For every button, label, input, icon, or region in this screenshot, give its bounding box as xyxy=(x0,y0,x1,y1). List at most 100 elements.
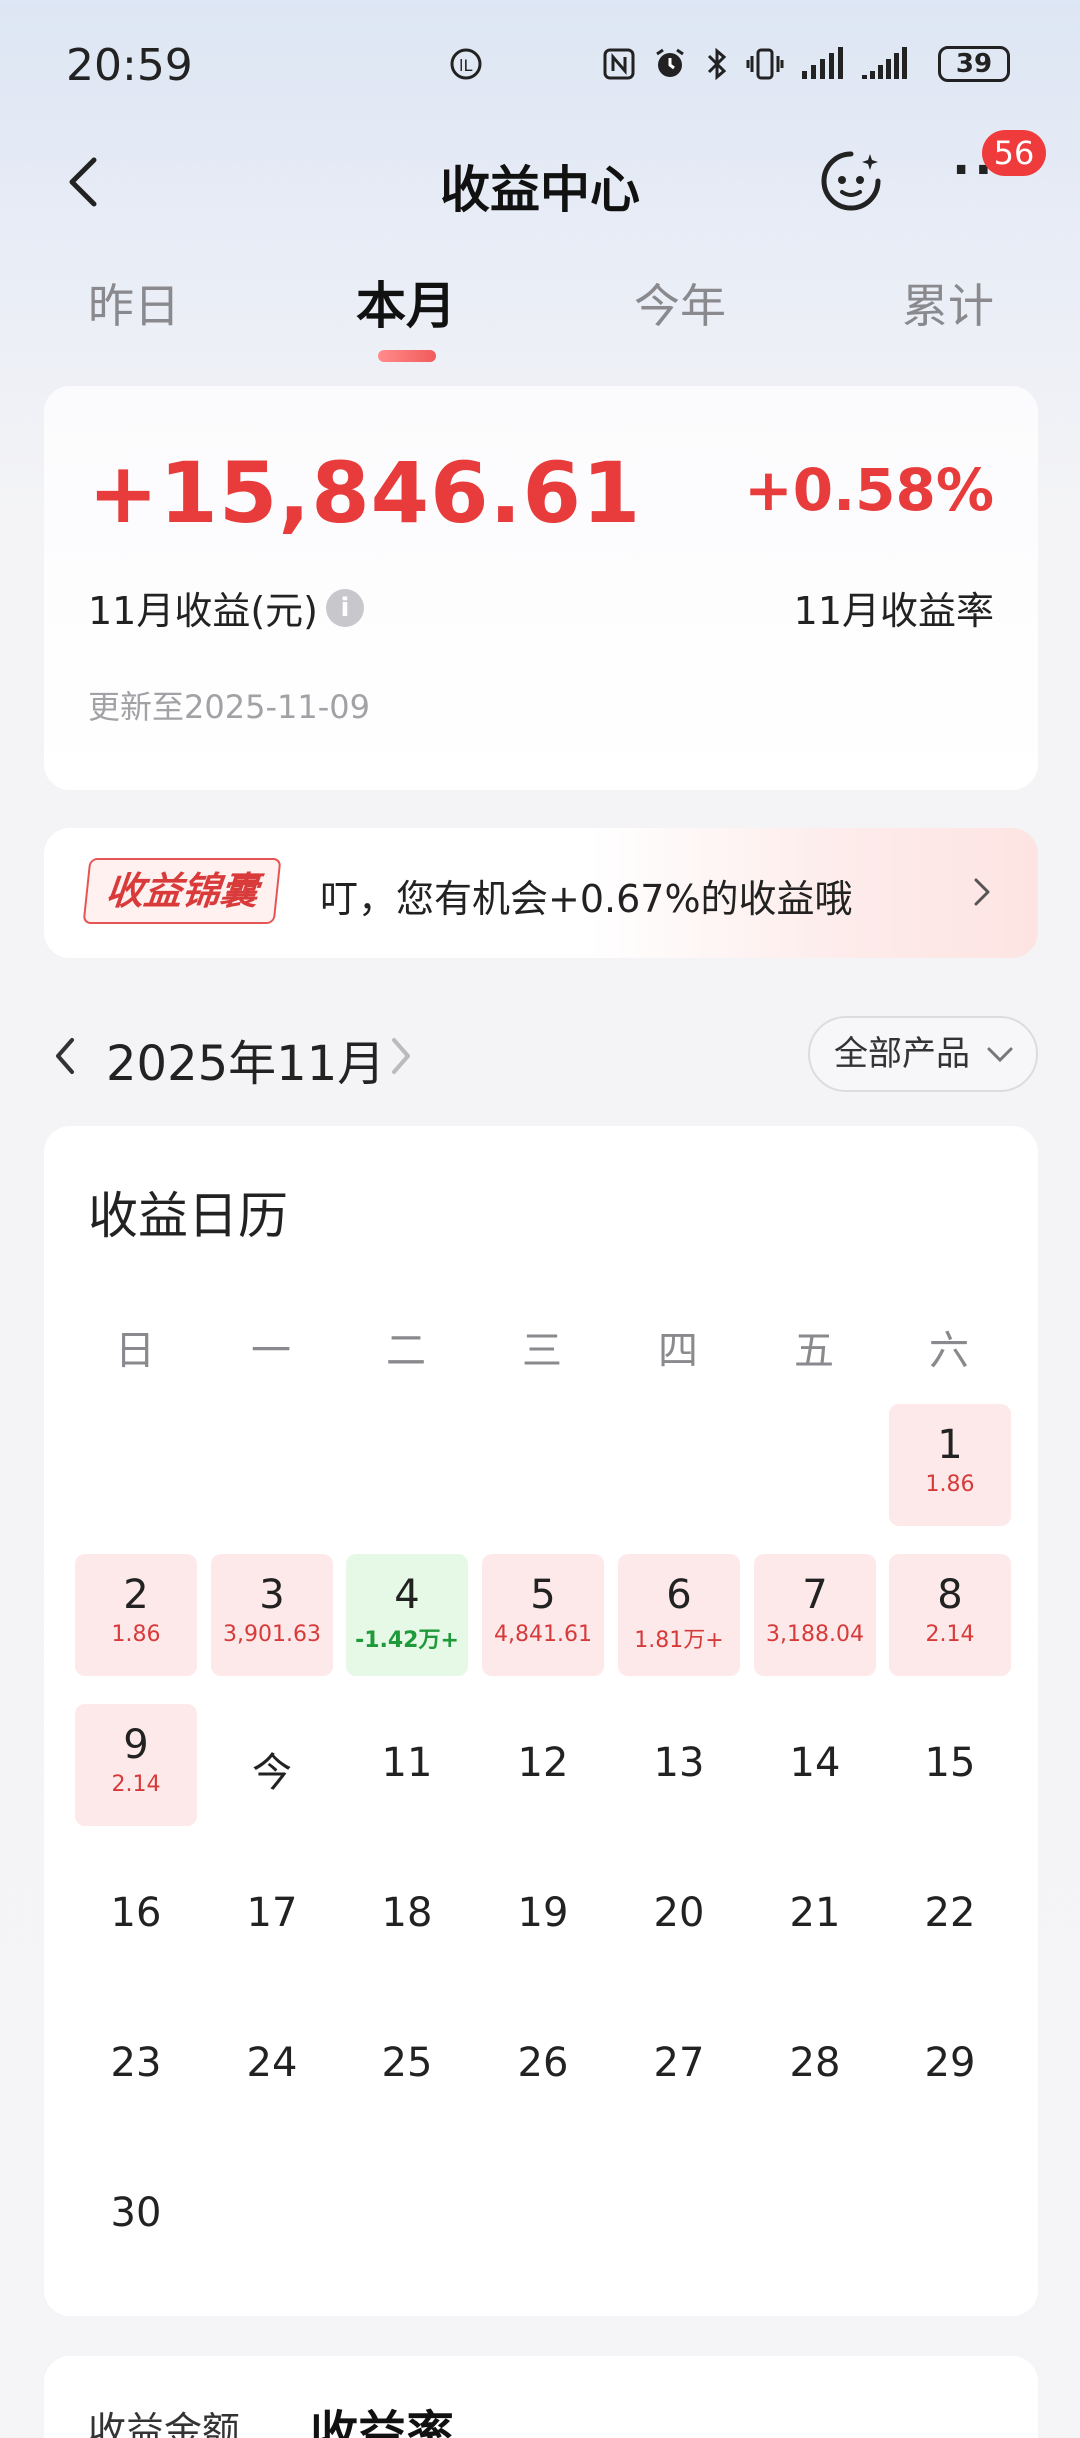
calendar-day[interactable]: 14 xyxy=(754,1704,876,1826)
day-number: 6 xyxy=(666,1572,692,1618)
calendar-day[interactable]: 9 2.14 xyxy=(75,1704,197,1826)
calendar-day[interactable]: 28 xyxy=(754,2004,876,2126)
day-number: 29 xyxy=(924,2040,976,2086)
day-number: 12 xyxy=(517,1740,569,1786)
status-bar: 20:59 lL 39 xyxy=(0,0,1080,120)
day-number: 20 xyxy=(653,1890,705,1936)
day-number: 8 xyxy=(937,1572,963,1618)
day-earnings: 1.86 xyxy=(111,1622,161,1647)
day-number: 11 xyxy=(381,1740,433,1786)
month-selector: 2025年11月 全部产品 xyxy=(0,1012,1080,1096)
nfc-icon xyxy=(603,48,635,80)
day-earnings: 2.14 xyxy=(925,1622,975,1647)
tab-cumulative[interactable]: 累计 xyxy=(902,270,994,336)
nav-bar: 收益中心 ··· 56 xyxy=(0,130,1080,230)
day-number: 26 xyxy=(517,2040,569,2086)
calendar-grid: 1 1.86 2 1.86 3 3,901.63 4 -1.42万+ 5 4,841.61 6 1.8… xyxy=(44,1126,1038,2316)
day-number: 2 xyxy=(123,1572,149,1618)
day-number: 21 xyxy=(789,1890,841,1936)
calendar-day[interactable]: 18 xyxy=(346,1854,468,1976)
day-number: 9 xyxy=(123,1722,149,1768)
day-earnings: 4,841.61 xyxy=(494,1622,592,1647)
day-number: 28 xyxy=(789,2040,841,2086)
page-title: 收益中心 xyxy=(440,161,640,219)
calendar-day[interactable]: 19 xyxy=(482,1854,604,1976)
calendar-day[interactable]: 24 xyxy=(211,2004,333,2126)
product-filter-label: 全部产品 xyxy=(834,1034,970,1074)
product-filter-dropdown[interactable]: 全部产品 xyxy=(808,1016,1038,1092)
calendar-day[interactable]: 7 3,188.04 xyxy=(754,1554,876,1676)
calendar-day[interactable]: 23 xyxy=(75,2004,197,2126)
calendar-day[interactable]: 22 xyxy=(889,1854,1011,1976)
chevron-down-icon xyxy=(987,1047,1013,1063)
calendar-day[interactable]: 今 xyxy=(211,1704,333,1826)
calendar-day[interactable]: 15 xyxy=(889,1704,1011,1826)
day-number: 15 xyxy=(924,1740,976,1786)
calendar-day[interactable]: 8 2.14 xyxy=(889,1554,1011,1676)
svg-text:lL: lL xyxy=(459,56,472,75)
calendar-day[interactable]: 25 xyxy=(346,2004,468,2126)
calendar-day[interactable]: 21 xyxy=(754,1854,876,1976)
day-earnings: 2.14 xyxy=(111,1772,161,1797)
day-number: 4 xyxy=(394,1572,420,1618)
tab-this-year[interactable]: 今年 xyxy=(634,270,726,336)
calendar-day[interactable]: 5 4,841.61 xyxy=(482,1554,604,1676)
calendar-day[interactable]: 2 1.86 xyxy=(75,1554,197,1676)
amount-label-text: 11月收益(元) xyxy=(88,589,319,633)
tab-yesterday[interactable]: 昨日 xyxy=(88,270,180,336)
calendar-day[interactable]: 27 xyxy=(618,2004,740,2126)
bluetooth-icon xyxy=(707,47,727,81)
calendar-day[interactable]: 13 xyxy=(618,1704,740,1826)
day-earnings: 3,188.04 xyxy=(766,1622,864,1647)
calendar-day[interactable]: 20 xyxy=(618,1854,740,1976)
day-number: 今 xyxy=(252,1750,292,1796)
tip-banner[interactable]: 收益锦囊 叮，您有机会+0.67%的收益哦 xyxy=(44,828,1038,958)
update-date: 更新至2025-11-09 xyxy=(88,688,370,726)
signal-icon xyxy=(802,47,843,79)
status-icons: lL 39 xyxy=(448,44,1010,84)
day-number: 13 xyxy=(653,1740,705,1786)
day-number: 19 xyxy=(517,1890,569,1936)
day-number: 16 xyxy=(110,1890,162,1936)
calendar-day[interactable]: 17 xyxy=(211,1854,333,1976)
day-number: 14 xyxy=(789,1740,841,1786)
tab-earnings-rate[interactable]: 收益率 xyxy=(310,2394,454,2438)
day-number: 17 xyxy=(246,1890,298,1936)
calendar-day[interactable]: 12 xyxy=(482,1704,604,1826)
signal-icon xyxy=(862,47,907,79)
assistant-icon[interactable] xyxy=(818,148,884,214)
tip-tag: 收益锦囊 xyxy=(82,858,282,924)
calendar-day[interactable]: 16 xyxy=(75,1854,197,1976)
day-number: 3 xyxy=(259,1572,285,1618)
battery-icon: 39 xyxy=(938,46,1010,82)
chart-card: 收益金额 收益率 xyxy=(44,2356,1038,2438)
day-number: 7 xyxy=(802,1572,828,1618)
status-time: 20:59 xyxy=(66,40,193,91)
tab-underline xyxy=(378,350,436,362)
tab-this-month[interactable]: 本月 xyxy=(356,266,456,338)
alarm-icon xyxy=(656,48,684,77)
day-earnings: 3,901.63 xyxy=(223,1622,321,1647)
calendar-day[interactable]: 30 xyxy=(75,2154,197,2276)
calendar-day[interactable]: 4 -1.42万+ xyxy=(346,1554,468,1676)
next-month-icon[interactable] xyxy=(386,1034,416,1078)
day-number: 24 xyxy=(246,2040,298,2086)
calendar-day[interactable]: 3 3,901.63 xyxy=(211,1554,333,1676)
day-earnings: -1.42万+ xyxy=(355,1628,459,1653)
tab-earnings-amount[interactable]: 收益金额 xyxy=(88,2400,240,2438)
day-number: 22 xyxy=(924,1890,976,1936)
sync-icon: lL xyxy=(450,48,482,80)
info-icon[interactable]: i xyxy=(326,588,365,627)
amount-label: 11月收益(元) i xyxy=(88,580,365,635)
calendar-day[interactable]: 6 1.81万+ xyxy=(618,1554,740,1676)
calendar-day[interactable]: 11 xyxy=(346,1704,468,1826)
month-label: 2025年11月 xyxy=(106,1036,386,1092)
calendar-day[interactable]: 29 xyxy=(889,2004,1011,2126)
rate-label: 11月收益率 xyxy=(793,589,994,633)
calendar-day[interactable]: 1 1.86 xyxy=(889,1404,1011,1526)
day-number: 18 xyxy=(381,1890,433,1936)
calendar-day[interactable]: 26 xyxy=(482,2004,604,2126)
earnings-calendar: 收益日历 日 一 二 三 四 五 六 1 1.86 2 1.86 3 3,901.63 4-… xyxy=(44,1126,1038,2316)
prev-month-icon[interactable] xyxy=(50,1034,80,1078)
chevron-right-icon xyxy=(974,878,990,906)
